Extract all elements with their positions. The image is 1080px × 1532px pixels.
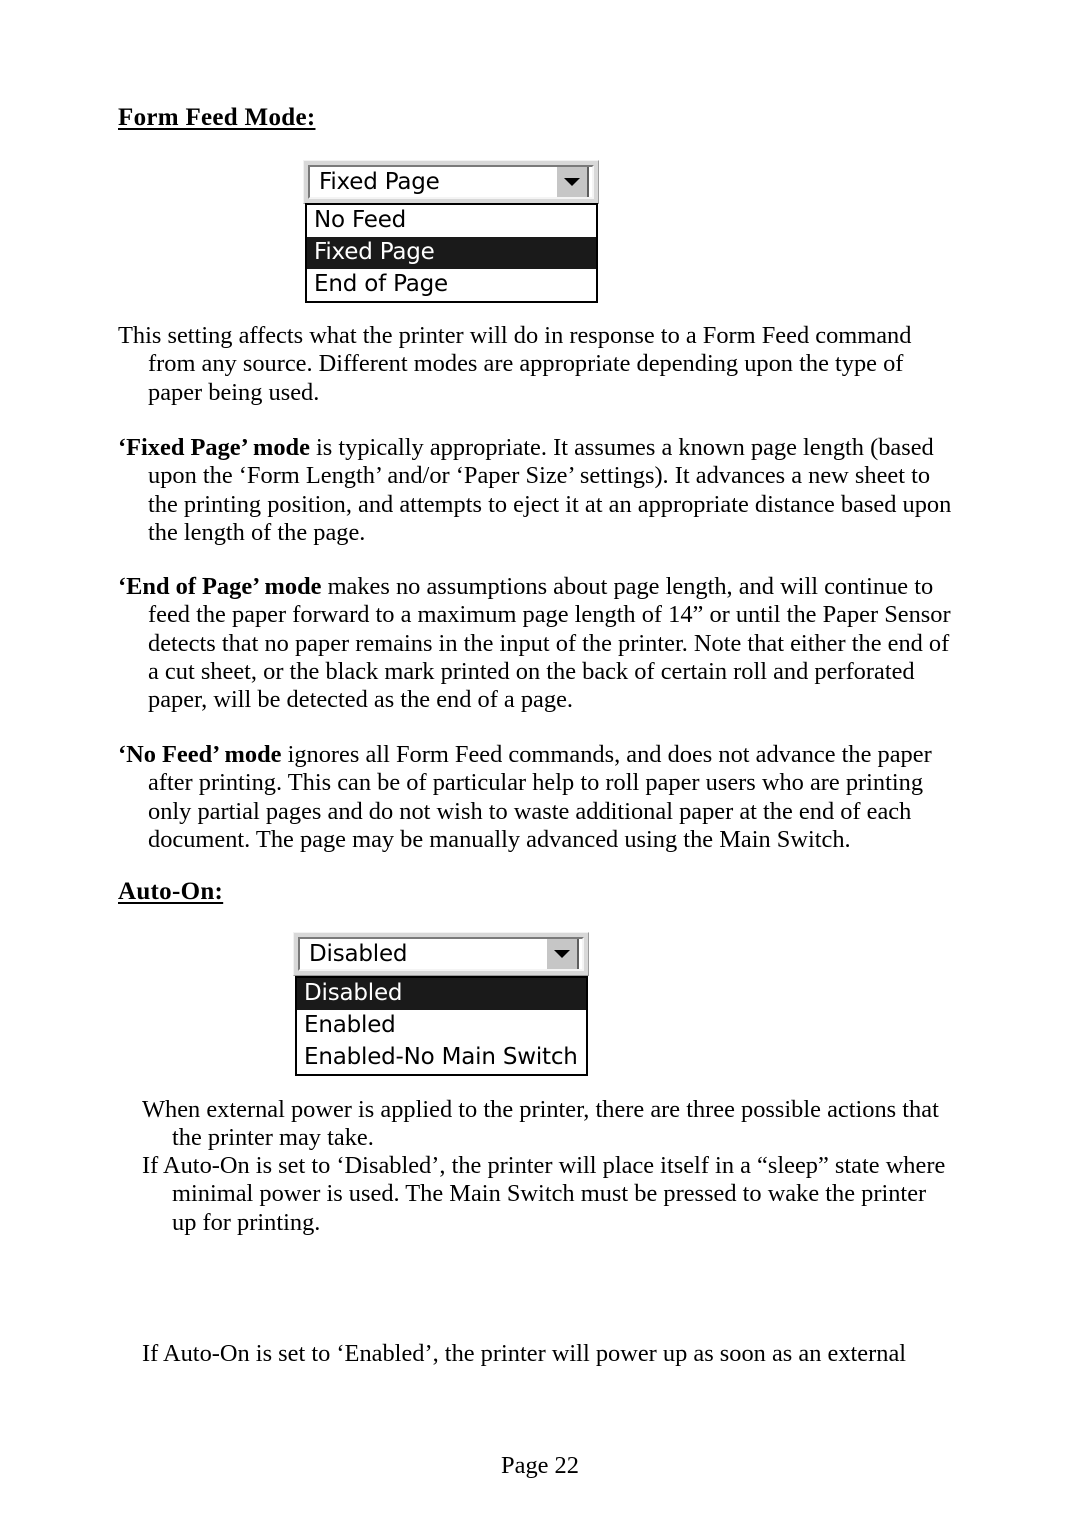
chevron-down-icon — [554, 950, 570, 958]
form-feed-mode-field[interactable]: Fixed Page — [308, 165, 594, 199]
auto-on-selected-value: Disabled — [309, 940, 408, 967]
page-footer: Page 22 — [501, 1452, 579, 1479]
paragraph-fixed-page-mode: ‘Fixed Page’ mode is typically appropria… — [118, 434, 960, 547]
paragraph-end-of-page-mode: ‘End of Page’ mode makes no assumptions … — [118, 573, 960, 714]
auto-on-option-list[interactable]: Disabled Enabled Enabled-No Main Switch — [295, 976, 588, 1076]
lead-fixed-page: ‘Fixed Page’ mode — [118, 434, 310, 461]
paragraph-auto-on-intro: When external power is applied to the pr… — [142, 1096, 939, 1152]
heading-auto-on: Auto-On: — [118, 878, 224, 905]
auto-on-dropdown-button[interactable] — [545, 939, 579, 969]
form-feed-mode-combobox[interactable]: Fixed Page — [303, 160, 599, 204]
form-feed-mode-option-end-of-page[interactable]: End of Page — [307, 269, 596, 301]
auto-on-field[interactable]: Disabled — [298, 937, 584, 971]
paragraph-auto-on-disabled: If Auto-On is set to ‘Disabled’, the pri… — [142, 1152, 946, 1236]
auto-on-combobox[interactable]: Disabled — [293, 932, 589, 976]
chevron-down-icon — [564, 178, 580, 186]
lead-no-feed: ‘No Feed’ mode — [118, 741, 282, 768]
lead-end-of-page: ‘End of Page’ mode — [118, 573, 322, 600]
form-feed-mode-selected-value: Fixed Page — [319, 168, 440, 195]
paragraph-no-feed-mode: ‘No Feed’ mode ignores all Form Feed com… — [118, 741, 966, 854]
heading-form-feed-mode: Form Feed Mode: — [118, 104, 316, 131]
form-feed-mode-dropdown-button[interactable] — [555, 167, 589, 197]
auto-on-option-enabled[interactable]: Enabled — [297, 1010, 586, 1042]
form-feed-mode-option-fixed-page[interactable]: Fixed Page — [307, 237, 596, 269]
form-feed-mode-option-no-feed[interactable]: No Feed — [307, 205, 596, 237]
auto-on-option-enabled-no-main-switch[interactable]: Enabled-No Main Switch — [297, 1042, 586, 1074]
paragraph-auto-on-enabled: If Auto-On is set to ‘Enabled’, the prin… — [142, 1340, 907, 1367]
document-page: Form Feed Mode: Fixed Page No Feed Fixed… — [0, 0, 1080, 1532]
form-feed-mode-option-list[interactable]: No Feed Fixed Page End of Page — [305, 203, 598, 303]
auto-on-option-disabled[interactable]: Disabled — [297, 978, 586, 1010]
paragraph-intro: This setting affects what the printer wi… — [118, 322, 912, 406]
